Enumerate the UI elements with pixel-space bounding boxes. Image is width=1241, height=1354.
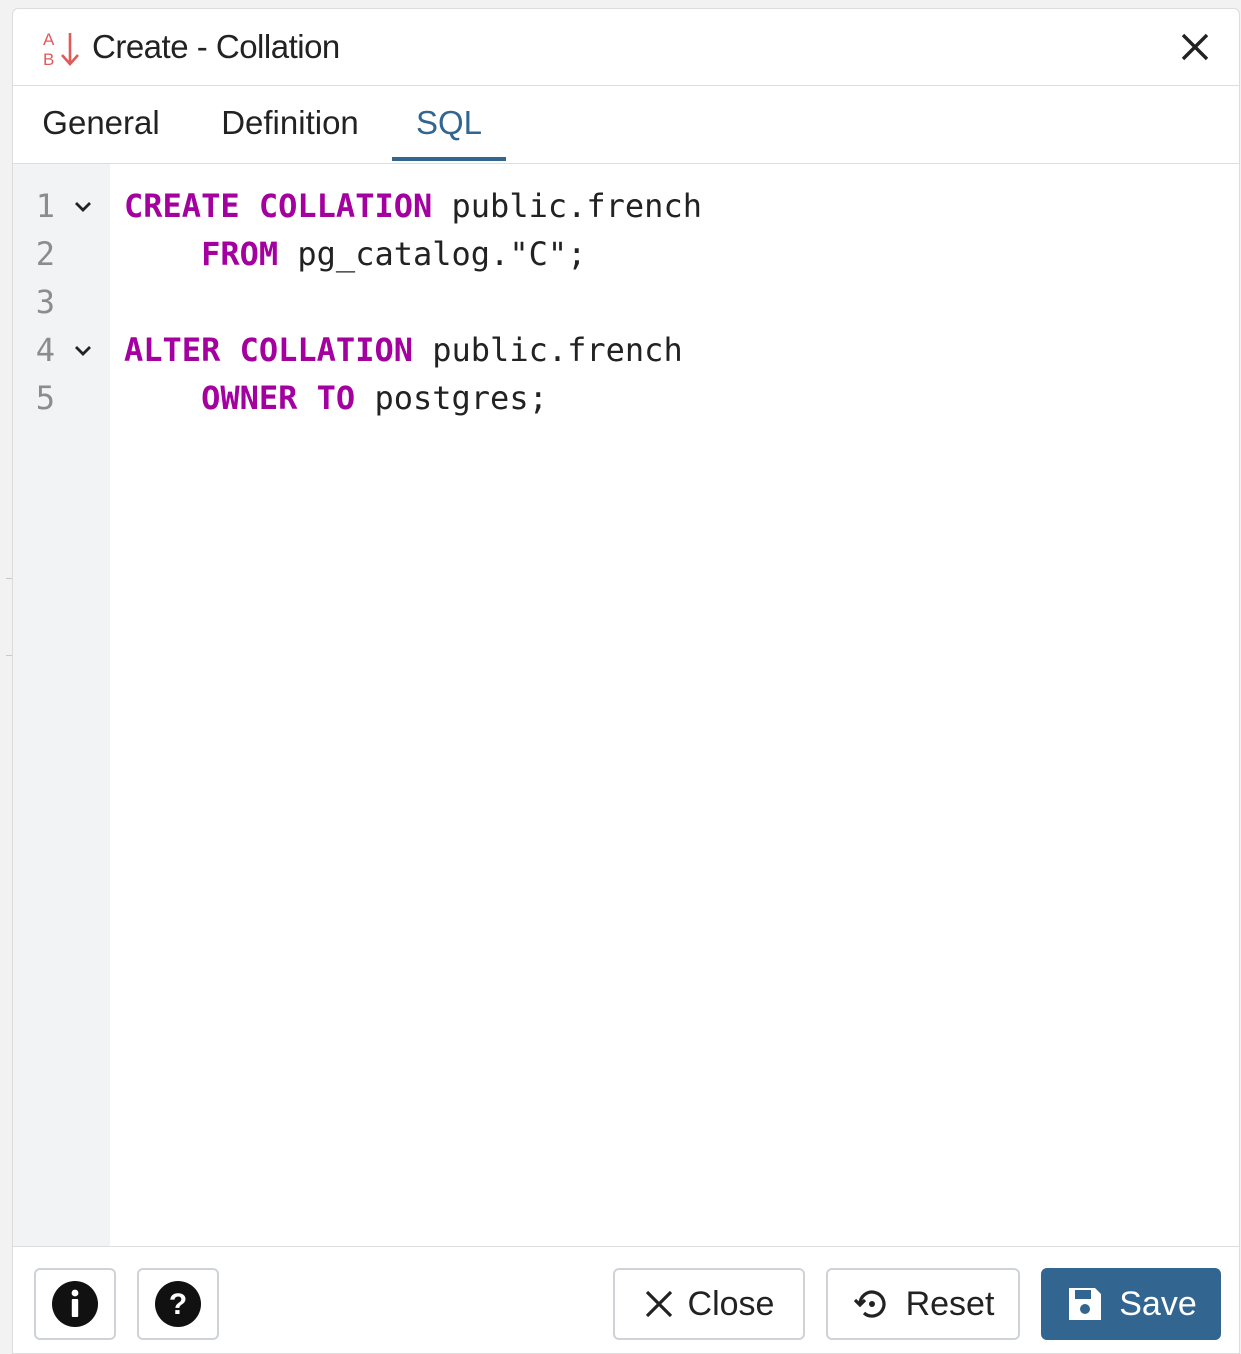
code-line[interactable]: 2 FROM pg_catalog."C"; (13, 230, 1239, 278)
info-button[interactable] (34, 1268, 116, 1340)
code-line[interactable]: 4 ALTER COLLATION public.french (13, 326, 1239, 374)
sql-keyword: OWNER TO (201, 379, 356, 417)
save-button[interactable]: Save (1041, 1268, 1221, 1340)
sql-editor[interactable]: 1 CREATE COLLATION public.french 2 FROM pg… (13, 164, 1239, 1246)
reset-icon (853, 1290, 886, 1318)
code-text: ALTER COLLATION public.french (124, 326, 683, 374)
tab-general[interactable]: General (38, 85, 164, 161)
line-number: 5 (35, 379, 55, 417)
sql-text: postgres; (355, 379, 548, 417)
dialog-footer: ? Close Reset Save (13, 1246, 1239, 1353)
code-line[interactable]: 3 (13, 278, 1239, 326)
fold-chevron-icon[interactable] (73, 196, 93, 216)
code-text: FROM pg_catalog."C"; (124, 230, 586, 278)
svg-text:?: ? (169, 1288, 187, 1321)
tab-sql[interactable]: SQL (392, 85, 506, 161)
code-text: OWNER TO postgres; (124, 374, 548, 422)
svg-text:B: B (43, 50, 54, 69)
code-text: CREATE COLLATION public.french (124, 182, 702, 230)
collation-sort-icon: A B (43, 30, 79, 69)
sql-text: pg_catalog."C"; (278, 235, 587, 273)
sql-keyword: ALTER COLLATION (124, 331, 413, 369)
fold-chevron-icon[interactable] (73, 340, 93, 360)
dialog-title: Create - Collation (92, 28, 340, 65)
line-number: 1 (35, 187, 55, 225)
reset-button[interactable]: Reset (826, 1268, 1020, 1340)
save-icon (1069, 1288, 1102, 1320)
help-icon: ? (155, 1281, 201, 1327)
close-icon[interactable] (1179, 31, 1211, 63)
sql-keyword: FROM (201, 235, 279, 273)
code-line[interactable]: 1 CREATE COLLATION public.french (13, 182, 1239, 230)
line-number: 3 (35, 283, 55, 321)
sql-text: public.french (412, 331, 683, 369)
close-button-label: Close (687, 1284, 775, 1323)
info-icon (52, 1281, 98, 1327)
tab-bar: General Definition SQL (13, 85, 1239, 164)
save-button-label: Save (1119, 1284, 1197, 1323)
svg-text:A: A (43, 30, 55, 49)
close-icon (645, 1290, 672, 1318)
sql-keyword: CREATE COLLATION (124, 187, 433, 225)
close-button[interactable]: Close (613, 1268, 805, 1340)
create-collation-dialog: A B Create - Collation General Definitio… (12, 8, 1240, 1354)
dialog-titlebar: A B Create - Collation (13, 9, 1239, 86)
line-number: 2 (35, 235, 55, 273)
tab-definition[interactable]: Definition (211, 85, 369, 161)
help-button[interactable]: ? (137, 1268, 219, 1340)
reset-button-label: Reset (905, 1284, 995, 1323)
active-tab-indicator (392, 157, 506, 161)
line-number: 4 (35, 331, 55, 369)
code-line[interactable]: 5 OWNER TO postgres; (13, 374, 1239, 422)
sql-text: public.french (432, 187, 702, 225)
